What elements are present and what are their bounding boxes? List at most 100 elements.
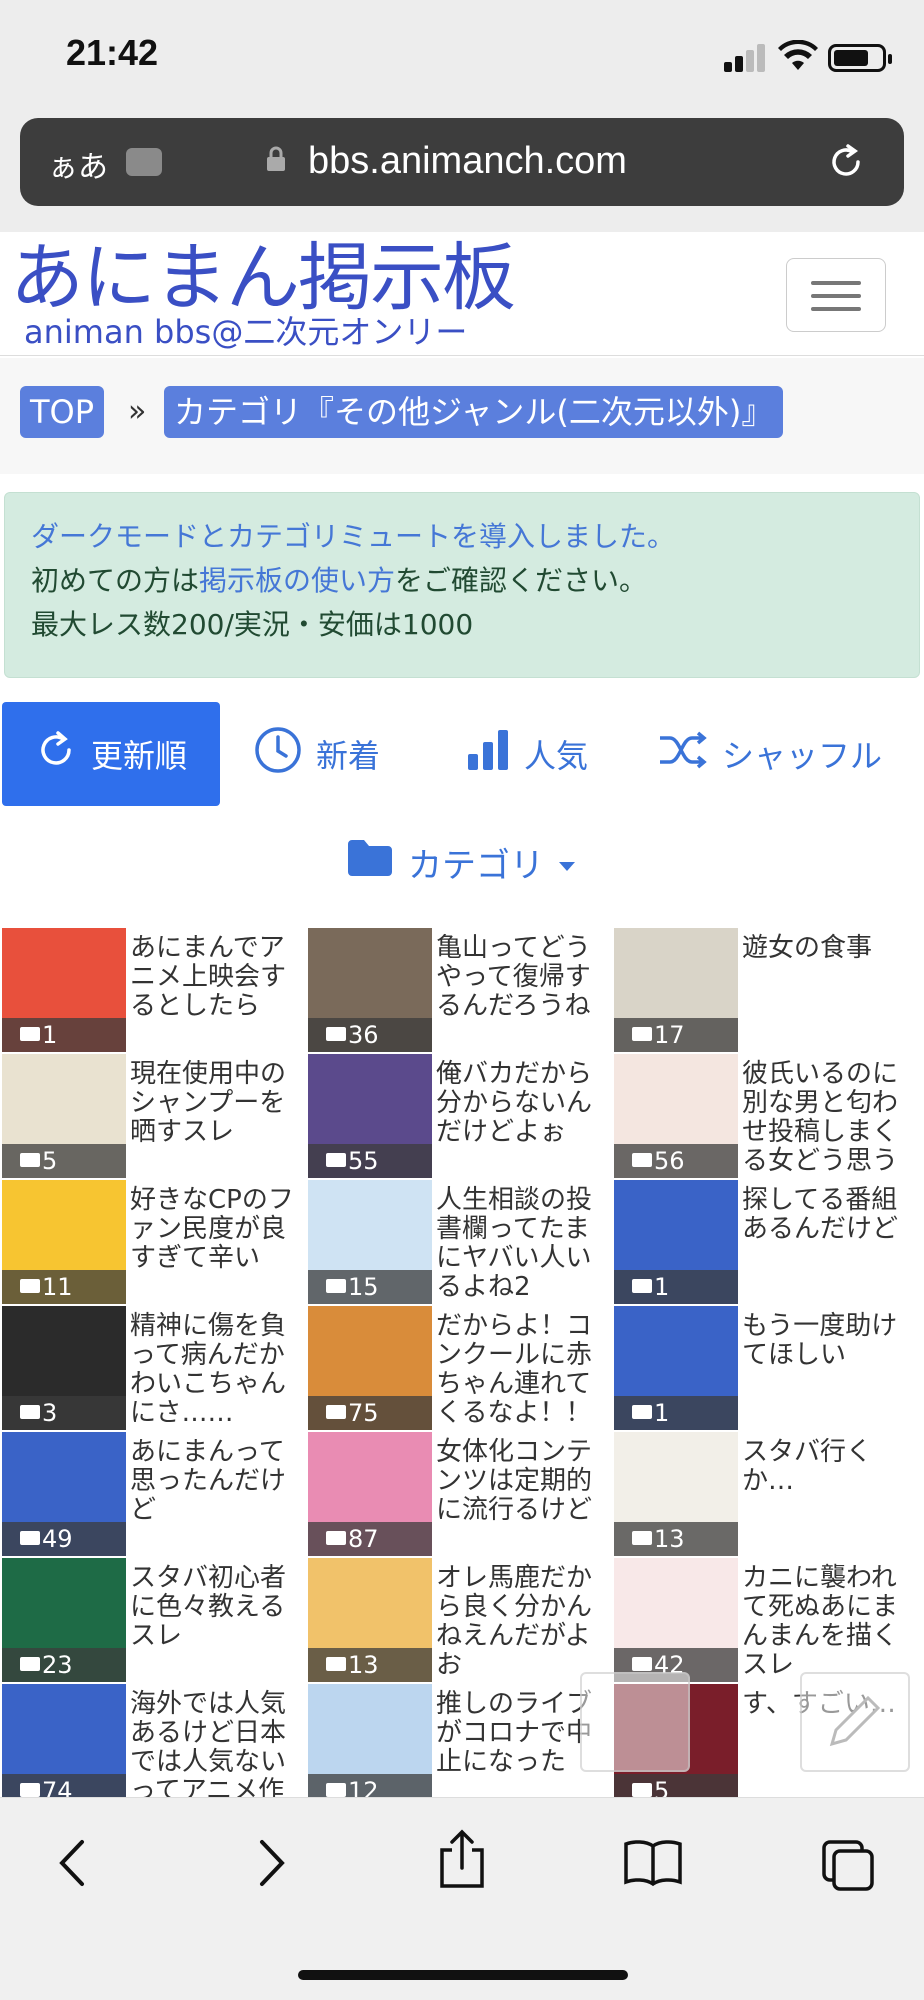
reload-icon[interactable] (826, 142, 866, 186)
thread-title[interactable]: だからよ！コンクールに赤ちゃん連れてくるなよ！！ (436, 1312, 610, 1428)
thread-title[interactable]: 遊女の食事 (742, 934, 916, 963)
thread-thumbnail[interactable]: 13 (308, 1558, 432, 1682)
thread-title[interactable]: スタバ行くか… (742, 1438, 916, 1496)
thread-card[interactable]: 11 好きなCPのファン民度が良すぎて辛い (2, 1180, 308, 1304)
wifi-icon (778, 39, 818, 76)
thread-thumbnail[interactable]: 15 (308, 1180, 432, 1304)
address-bar[interactable]: ぁあ bbs.animanch.com (20, 118, 904, 206)
thread-title[interactable]: もう一度助けてほしい (742, 1312, 916, 1370)
edit-icon (802, 1695, 908, 1774)
breadcrumb-separator: » (128, 394, 147, 429)
thread-thumbnail[interactable]: 55 (308, 1054, 432, 1178)
thread-card[interactable]: 1 もう一度助けてほしい (614, 1306, 920, 1430)
thread-card[interactable]: 36 亀山ってどうやって復帰するんだろうね (308, 928, 614, 1052)
thread-title[interactable]: 探してる番組あるんだけど (742, 1186, 916, 1244)
thread-thumbnail[interactable]: 12 (308, 1684, 432, 1797)
reply-count: 1 (614, 1270, 738, 1304)
tab-updated[interactable]: 更新順 (2, 702, 220, 806)
category-dropdown[interactable]: カテゴリ (346, 832, 576, 892)
folder-icon (346, 838, 394, 887)
back-icon[interactable] (52, 1838, 92, 1892)
thread-card[interactable]: 12 推しのライブがコロナで中止になった (308, 1684, 614, 1797)
breadcrumb-top[interactable]: TOP (20, 386, 105, 438)
tab-shuffle[interactable]: シャッフル (658, 702, 882, 806)
thread-title[interactable]: 海外では人気あるけど日本では人気ないってアニメ作 (130, 1690, 304, 1798)
reply-count: 36 (308, 1018, 432, 1052)
site-header: あにまん掲示板 animan bbs@二次元オンリー (0, 232, 924, 356)
thread-card[interactable]: 75 だからよ！コンクールに赤ちゃん連れてくるなよ！！ (308, 1306, 614, 1430)
thread-card[interactable]: 55 俺バカだから分からないんだけどよぉ (308, 1054, 614, 1178)
thread-card[interactable]: 87 女体化コンテンツは定期的に流行るけど (308, 1432, 614, 1556)
thread-card[interactable]: 3 精神に傷を負って病んだかわいこちゃんにさ…… (2, 1306, 308, 1430)
bar-chart-icon (466, 728, 510, 780)
thread-thumbnail[interactable]: 36 (308, 928, 432, 1052)
notice-darkmode-link[interactable]: ダークモードとカテゴリミュートを導入しました。 (31, 520, 675, 553)
thread-title[interactable]: 亀山ってどうやって復帰するんだろうね (436, 934, 610, 1021)
tabs-icon[interactable] (820, 1838, 878, 1896)
thread-thumbnail[interactable]: 42 (614, 1558, 738, 1682)
thread-card[interactable]: 5 現在使用中のシャンプーを晒すスレ (2, 1054, 308, 1178)
thread-card[interactable]: 42 カニに襲われて死ぬあにまんまんを描くスレ (614, 1558, 920, 1682)
thread-thumbnail[interactable]: 75 (308, 1306, 432, 1430)
thread-title[interactable]: あにまんでアニメ上映会するとしたら (130, 934, 304, 1021)
thread-card[interactable]: 1 あにまんでアニメ上映会するとしたら (2, 928, 308, 1052)
hamburger-menu-button[interactable] (786, 258, 886, 332)
thread-thumbnail[interactable]: 49 (2, 1432, 126, 1556)
site-logo[interactable]: あにまん掲示板 (10, 238, 516, 318)
notice-box: ダークモードとカテゴリミュートを導入しました。 初めての方は掲示板の使い方をご確… (4, 492, 920, 678)
thread-card[interactable]: 17 遊女の食事 (614, 928, 920, 1052)
thread-title[interactable]: 彼氏いるのに別な男と匂わせ投稿しまくる女どう思う (742, 1060, 916, 1176)
thread-card[interactable]: 74 海外では人気あるけど日本では人気ないってアニメ作 (2, 1684, 308, 1797)
thread-thumbnail[interactable]: 1 (614, 1306, 738, 1430)
thread-thumbnail[interactable]: 1 (2, 928, 126, 1052)
thread-title[interactable]: 好きなCPのファン民度が良すぎて辛い (130, 1186, 304, 1273)
share-icon[interactable] (436, 1828, 488, 1894)
bookmarks-icon[interactable] (622, 1838, 684, 1892)
thread-thumbnail[interactable]: 3 (2, 1306, 126, 1430)
thread-title[interactable]: カニに襲われて死ぬあにまんまんを描くスレ (742, 1564, 916, 1680)
thread-title[interactable]: あにまんって思ったんだけど (130, 1438, 304, 1525)
thread-thumbnail[interactable]: 23 (2, 1558, 126, 1682)
thread-card[interactable]: 1 探してる番組あるんだけど (614, 1180, 920, 1304)
thread-thumbnail[interactable]: 74 (2, 1684, 126, 1797)
thread-title[interactable]: オレ馬鹿だから良く分かんねえんだがよお (436, 1564, 610, 1680)
reader-options-button[interactable]: ぁあ (48, 142, 108, 186)
thread-card[interactable]: 56 彼氏いるのに別な男と匂わせ投稿しまくる女どう思う (614, 1054, 920, 1178)
reply-count: 1 (2, 1018, 126, 1052)
scroll-top-button[interactable] (580, 1672, 690, 1772)
breadcrumb-category[interactable]: カテゴリ『その他ジャンル(二次元以外)』 (164, 386, 784, 438)
thread-thumbnail[interactable]: 17 (614, 928, 738, 1052)
tab-popular[interactable]: 人気 (466, 702, 588, 806)
thread-thumbnail[interactable]: 1 (614, 1180, 738, 1304)
thread-title[interactable]: スタバ初心者に色々教えるスレ (130, 1564, 304, 1651)
new-thread-button[interactable] (800, 1672, 910, 1772)
thread-title[interactable]: 女体化コンテンツは定期的に流行るけど (436, 1438, 610, 1525)
thread-card[interactable]: 13 スタバ行くか… (614, 1432, 920, 1556)
status-time: 21:42 (66, 32, 159, 73)
reply-count: 49 (2, 1522, 126, 1556)
notice-howto-link[interactable]: 掲示板の使い方 (199, 564, 395, 597)
tab-new[interactable]: 新着 (254, 702, 380, 806)
forward-icon[interactable] (252, 1838, 292, 1892)
reply-count: 1 (614, 1396, 738, 1430)
extension-icon[interactable] (126, 148, 162, 176)
sort-tabs: 更新順 新着 人気 シャッフル (0, 702, 924, 806)
reply-count: 75 (308, 1396, 432, 1430)
thread-thumbnail[interactable]: 87 (308, 1432, 432, 1556)
thread-title[interactable]: 俺バカだから分からないんだけどよぉ (436, 1060, 610, 1147)
thread-title[interactable]: 精神に傷を負って病んだかわいこちゃんにさ…… (130, 1312, 304, 1428)
thread-thumbnail[interactable]: 56 (614, 1054, 738, 1178)
thread-thumbnail[interactable]: 13 (614, 1432, 738, 1556)
url-host[interactable]: bbs.animanch.com (308, 140, 627, 183)
thread-title[interactable]: 人生相談の投書欄ってたまにヤバい人いるよね2 (436, 1186, 610, 1302)
thread-card[interactable]: 49 あにまんって思ったんだけど (2, 1432, 308, 1556)
thread-card[interactable]: 13 オレ馬鹿だから良く分かんねえんだがよお (308, 1558, 614, 1682)
thread-thumbnail[interactable]: 11 (2, 1180, 126, 1304)
clock-icon (254, 726, 302, 782)
thread-card[interactable]: 15 人生相談の投書欄ってたまにヤバい人いるよね2 (308, 1180, 614, 1304)
thread-thumbnail[interactable]: 5 (2, 1054, 126, 1178)
site-logo-subtitle[interactable]: animan bbs@二次元オンリー (24, 314, 467, 350)
thread-title[interactable]: 現在使用中のシャンプーを晒すスレ (130, 1060, 304, 1147)
thread-card[interactable]: 23 スタバ初心者に色々教えるスレ (2, 1558, 308, 1682)
notice-limits: 最大レス数200/実況・安価は1000 (31, 608, 474, 641)
